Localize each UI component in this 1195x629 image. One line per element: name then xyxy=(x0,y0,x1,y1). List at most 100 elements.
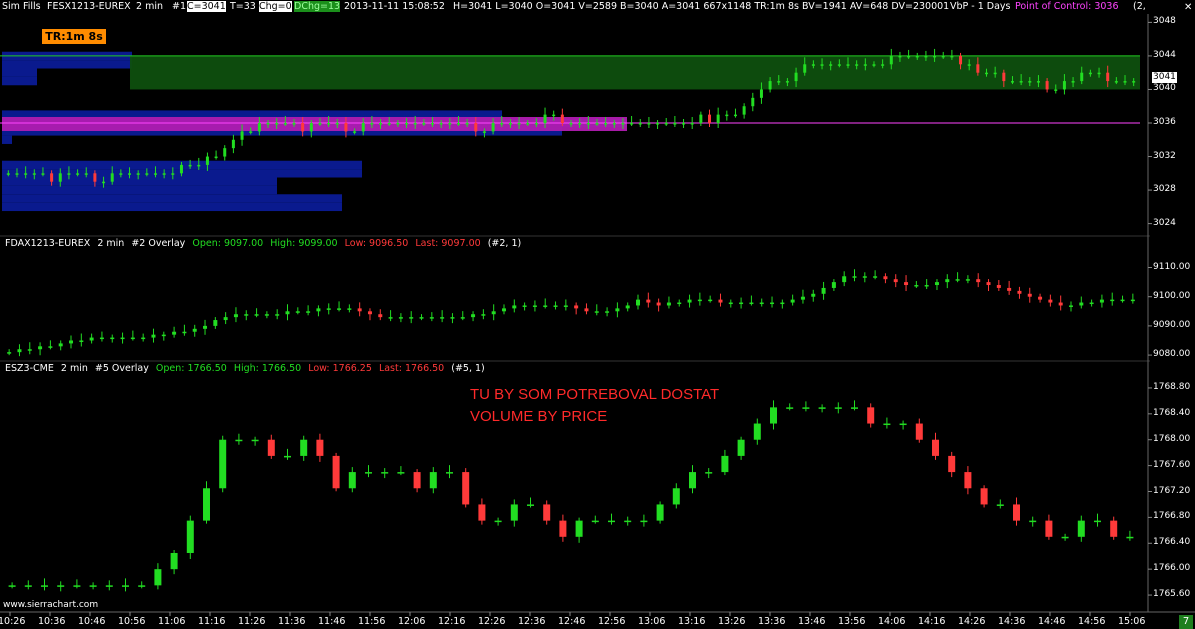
es-candle xyxy=(381,472,389,474)
pane3-last: Last: 1766.50 xyxy=(378,363,445,374)
pane3-overlay: #5 Overlay xyxy=(94,363,149,374)
fdax-candle xyxy=(821,287,826,294)
fdax-candle xyxy=(141,337,146,340)
fesx-candle xyxy=(725,114,729,117)
fesx-candle xyxy=(275,123,279,125)
es-candle xyxy=(203,488,210,521)
fesx-candle xyxy=(656,123,660,125)
es-candle xyxy=(948,455,956,473)
x-axis-label: 13:16 xyxy=(678,616,706,627)
fesx-candle xyxy=(1123,81,1127,83)
fdax-candle xyxy=(398,317,403,319)
fesx-candle xyxy=(742,106,746,115)
fdax-candle xyxy=(543,305,548,307)
fesx-candle xyxy=(266,123,270,125)
volume-profile-bar xyxy=(2,194,342,203)
es-candle xyxy=(300,439,308,456)
fesx-candle xyxy=(759,89,763,98)
fesx-candle xyxy=(872,64,876,66)
es-candle xyxy=(251,439,259,442)
fdax-candle xyxy=(852,276,857,278)
fesx-candle xyxy=(353,131,357,133)
fesx-candle xyxy=(560,114,564,123)
x-axis-label: 13:36 xyxy=(758,616,786,627)
fesx-candle xyxy=(422,123,426,125)
fesx-candle xyxy=(976,64,980,73)
fdax-candle xyxy=(409,317,414,319)
price-chart[interactable] xyxy=(0,0,1195,629)
fesx-candle xyxy=(803,64,807,73)
x-axis-label: 13:26 xyxy=(718,616,746,627)
pane2-last: Last: 9097.00 xyxy=(415,238,481,249)
fdax-candle xyxy=(934,282,939,286)
fdax-candle xyxy=(254,314,259,316)
x-axis-label: 14:56 xyxy=(1078,616,1106,627)
fesx-candle xyxy=(898,55,902,58)
es-candle xyxy=(640,520,648,523)
fdax-candle xyxy=(625,305,630,309)
fesx-candle xyxy=(708,114,712,123)
fesx-candle xyxy=(907,55,911,58)
fesx-candle xyxy=(569,123,573,125)
pane3-interval: 2 min xyxy=(60,363,88,374)
es-candle xyxy=(73,585,81,587)
x-axis-label: 11:36 xyxy=(278,616,306,627)
pane1-y-label: 3036 xyxy=(1153,117,1176,127)
fesx-candle xyxy=(716,114,720,123)
fesx-candle xyxy=(578,123,582,125)
fesx-candle xyxy=(292,123,296,125)
fdax-candle xyxy=(203,325,208,329)
fesx-candle xyxy=(6,173,10,175)
fesx-candle xyxy=(76,173,80,175)
fesx-candle xyxy=(128,173,132,175)
es-candle xyxy=(105,585,113,587)
fesx-candle xyxy=(941,55,945,58)
x-axis-label: 12:06 xyxy=(398,616,426,627)
fesx-candle xyxy=(993,72,997,75)
fdax-candle xyxy=(27,349,32,351)
fdax-candle xyxy=(1017,290,1022,294)
fesx-candle xyxy=(1054,89,1058,91)
fdax-candle xyxy=(945,279,950,283)
fesx-candle xyxy=(1036,81,1040,83)
fesx-candle xyxy=(837,64,841,66)
fesx-candle xyxy=(301,123,305,132)
es-candle xyxy=(24,585,32,587)
x-axis-label: 10:26 xyxy=(0,616,26,627)
fesx-candle xyxy=(396,123,400,125)
pane3-y-label: 1767.20 xyxy=(1153,485,1191,496)
fesx-candle xyxy=(240,131,244,140)
es-candle xyxy=(170,552,178,570)
es-candle xyxy=(899,423,907,426)
es-candle xyxy=(348,472,356,489)
fesx-candle xyxy=(500,123,504,125)
x-axis-label: 14:46 xyxy=(1038,616,1066,627)
scroll-indicator[interactable]: 7 xyxy=(1179,615,1193,629)
fesx-candle xyxy=(430,123,434,125)
es-candle xyxy=(802,407,810,409)
fesx-candle xyxy=(855,64,859,66)
pane2-interval: 2 min xyxy=(97,238,125,249)
fdax-candle xyxy=(862,276,867,278)
fesx-candle xyxy=(387,123,391,125)
fdax-candle xyxy=(790,299,795,303)
fdax-candle xyxy=(306,311,311,313)
fesx-candle xyxy=(179,164,183,174)
pane3-y-label: 1767.60 xyxy=(1153,459,1191,470)
fdax-candle xyxy=(38,346,43,350)
fesx-candle xyxy=(491,123,495,132)
fdax-candle xyxy=(182,331,187,334)
annotation-line-2: VOLUME BY PRICE xyxy=(470,408,608,425)
fdax-candle xyxy=(130,337,135,340)
es-candle xyxy=(1126,536,1134,539)
fesx-candle xyxy=(690,123,694,125)
fdax-candle xyxy=(728,302,733,305)
fdax-candle xyxy=(213,320,218,326)
es-candle xyxy=(365,472,372,474)
fesx-candle xyxy=(794,72,798,82)
fesx-candle xyxy=(67,173,71,175)
fdax-candle xyxy=(1058,302,1063,306)
fdax-candle xyxy=(99,337,104,340)
es-candle xyxy=(527,504,534,506)
pane3-y-label: 1768.80 xyxy=(1153,381,1191,392)
